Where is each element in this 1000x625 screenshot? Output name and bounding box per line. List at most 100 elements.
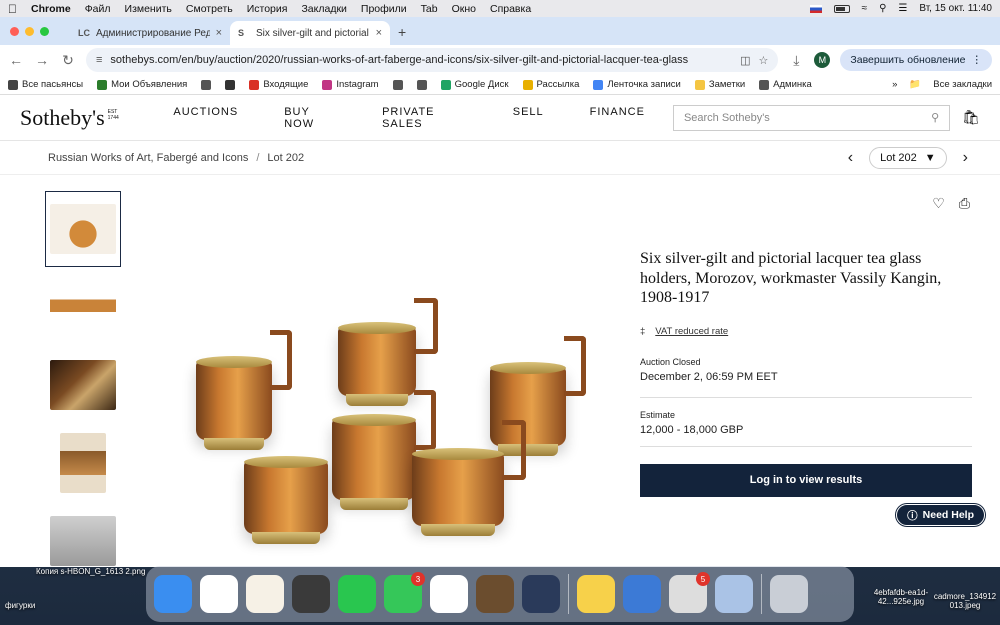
- dock-separator: [761, 574, 762, 614]
- tab-admin[interactable]: LC Администрирование Редакт ×: [70, 21, 230, 45]
- calculator-icon[interactable]: [292, 575, 330, 613]
- bookmark-item[interactable]: Админка: [759, 79, 812, 90]
- preview-icon[interactable]: [715, 575, 753, 613]
- profile-avatar[interactable]: M: [814, 52, 831, 68]
- desktop-file-label[interactable]: Копия s-HBON_G_1613 2.png: [36, 567, 145, 576]
- nav-private-sales[interactable]: PRIVATE SALES: [382, 106, 467, 130]
- whatsapp-icon[interactable]: [338, 575, 376, 613]
- translate-icon[interactable]: ◫: [740, 54, 750, 67]
- next-lot-icon[interactable]: ›: [963, 149, 968, 167]
- bookmark-item[interactable]: Рассылка: [522, 79, 579, 90]
- forward-button[interactable]: →: [34, 52, 50, 68]
- bookmark-item[interactable]: [416, 79, 427, 90]
- bookmark-item[interactable]: Входящие: [249, 79, 308, 90]
- thumbnail-3[interactable]: [45, 347, 121, 423]
- tab-sothebys[interactable]: S Six silver-gilt and pictorial lac ×: [230, 21, 390, 45]
- app-menu[interactable]: Chrome: [31, 3, 71, 15]
- finder-icon[interactable]: [154, 575, 192, 613]
- update-button[interactable]: Завершить обновление ⋮: [840, 49, 992, 71]
- notes-icon[interactable]: [577, 575, 615, 613]
- site-info-icon[interactable]: ≡: [96, 54, 102, 66]
- globe-icon: [416, 79, 427, 90]
- bookmark-item[interactable]: [201, 79, 212, 90]
- card-icon: [8, 79, 18, 90]
- messages-icon[interactable]: 3: [384, 572, 425, 613]
- close-tab-icon[interactable]: ×: [376, 27, 382, 39]
- menu-window[interactable]: Окно: [452, 3, 476, 15]
- menu-help[interactable]: Справка: [490, 3, 531, 15]
- search-icon[interactable]: ⚲: [879, 3, 886, 14]
- bookmark-label: Входящие: [263, 79, 309, 90]
- back-button[interactable]: ←: [8, 52, 24, 68]
- nav-sell[interactable]: SELL: [513, 106, 544, 130]
- search-input[interactable]: Search Sotheby's ⚲: [672, 104, 951, 131]
- control-center-icon[interactable]: ☰: [898, 3, 907, 14]
- language-flag-icon[interactable]: [809, 4, 822, 13]
- trash-icon[interactable]: [770, 575, 808, 613]
- sothebys-logo[interactable]: Sotheby's EST 1744: [20, 105, 125, 131]
- reload-button[interactable]: ↻: [60, 52, 76, 69]
- close-tab-icon[interactable]: ×: [216, 27, 222, 39]
- apple-icon[interactable]: : [8, 2, 17, 16]
- bookmark-item[interactable]: Google Диск: [440, 79, 509, 90]
- printer-icon[interactable]: 5: [669, 572, 710, 613]
- chrome-icon[interactable]: [200, 575, 238, 613]
- clock[interactable]: Вт, 15 окт. 11:40: [919, 3, 992, 14]
- nav-auctions[interactable]: AUCTIONS: [173, 106, 238, 130]
- helmet-icon[interactable]: [522, 575, 560, 613]
- lot-selector[interactable]: Lot 202 ▼: [869, 146, 947, 169]
- desktop-folder-label[interactable]: фигурки: [5, 601, 35, 610]
- breadcrumb-parent[interactable]: Russian Works of Art, Fabergé and Icons: [48, 152, 248, 164]
- bookmark-item[interactable]: Все пасьянсы: [8, 79, 83, 90]
- menu-view[interactable]: Смотреть: [186, 3, 233, 15]
- nav-finance[interactable]: FINANCE: [590, 106, 645, 130]
- bookmark-item[interactable]: [225, 79, 236, 90]
- main-lot-image[interactable]: [160, 290, 620, 550]
- figurine-icon[interactable]: [476, 575, 514, 613]
- wifi-icon[interactable]: ≈: [862, 3, 868, 14]
- thumbnail-4[interactable]: [45, 425, 121, 501]
- previous-lot-icon[interactable]: ‹: [848, 149, 853, 167]
- menu-file[interactable]: Файл: [85, 3, 111, 15]
- bookmark-item[interactable]: Instagram: [322, 79, 379, 90]
- search-icon[interactable]: ⚲: [931, 111, 939, 124]
- all-bookmarks[interactable]: Все закладки: [933, 79, 992, 90]
- address-bar[interactable]: ≡ sothebys.com/en/buy/auction/2020/russi…: [86, 48, 779, 72]
- thumbnail-1[interactable]: [45, 191, 121, 267]
- menu-profiles[interactable]: Профили: [361, 3, 407, 15]
- menu-edit[interactable]: Изменить: [125, 3, 172, 15]
- need-help-button[interactable]: ⓘ Need Help: [896, 504, 985, 526]
- more-bookmarks-icon[interactable]: »: [892, 79, 897, 90]
- bookmark-label: Instagram: [336, 79, 379, 90]
- menu-history[interactable]: История: [247, 3, 288, 15]
- bookmark-item[interactable]: Мои Объявления: [97, 79, 187, 90]
- heart-icon[interactable]: ♡: [932, 195, 945, 212]
- download-icon[interactable]: ⤓: [788, 52, 804, 69]
- thumbnail-2[interactable]: [45, 269, 121, 345]
- pages-icon[interactable]: [246, 575, 284, 613]
- photos-icon[interactable]: [430, 575, 468, 613]
- minimize-window-button[interactable]: [25, 27, 34, 36]
- bookmark-item[interactable]: Заметки: [694, 79, 745, 90]
- bookmark-star-icon[interactable]: ☆: [759, 54, 769, 67]
- battery-icon[interactable]: [833, 4, 850, 13]
- thumbnail-5[interactable]: [45, 503, 121, 567]
- network-icon[interactable]: [623, 575, 661, 613]
- zoom-window-button[interactable]: [40, 27, 49, 36]
- print-icon[interactable]: ⎙: [959, 195, 970, 212]
- new-tab-button[interactable]: +: [398, 24, 406, 40]
- bookmark-item[interactable]: [392, 79, 403, 90]
- menu-bookmarks[interactable]: Закладки: [301, 3, 346, 15]
- menu-tab[interactable]: Tab: [421, 3, 438, 15]
- login-results-button[interactable]: Log in to view results: [640, 463, 972, 497]
- desktop-file-label[interactable]: cadmore_134912 013.jpeg: [930, 592, 1000, 610]
- desktop-file-label[interactable]: 4ebfafdb-ea1d-42...925e.jpg: [866, 588, 936, 606]
- cup-shape: [338, 322, 416, 406]
- vat-link[interactable]: VAT reduced rate: [655, 326, 728, 337]
- cup-handle: [414, 390, 436, 450]
- close-window-button[interactable]: [10, 27, 19, 36]
- bookmark-item[interactable]: Ленточка записи: [593, 79, 681, 90]
- shopping-bag-icon[interactable]: 🛍: [962, 109, 980, 126]
- nav-buy-now[interactable]: BUY NOW: [284, 106, 336, 130]
- url-text[interactable]: sothebys.com/en/buy/auction/2020/russian…: [110, 54, 732, 66]
